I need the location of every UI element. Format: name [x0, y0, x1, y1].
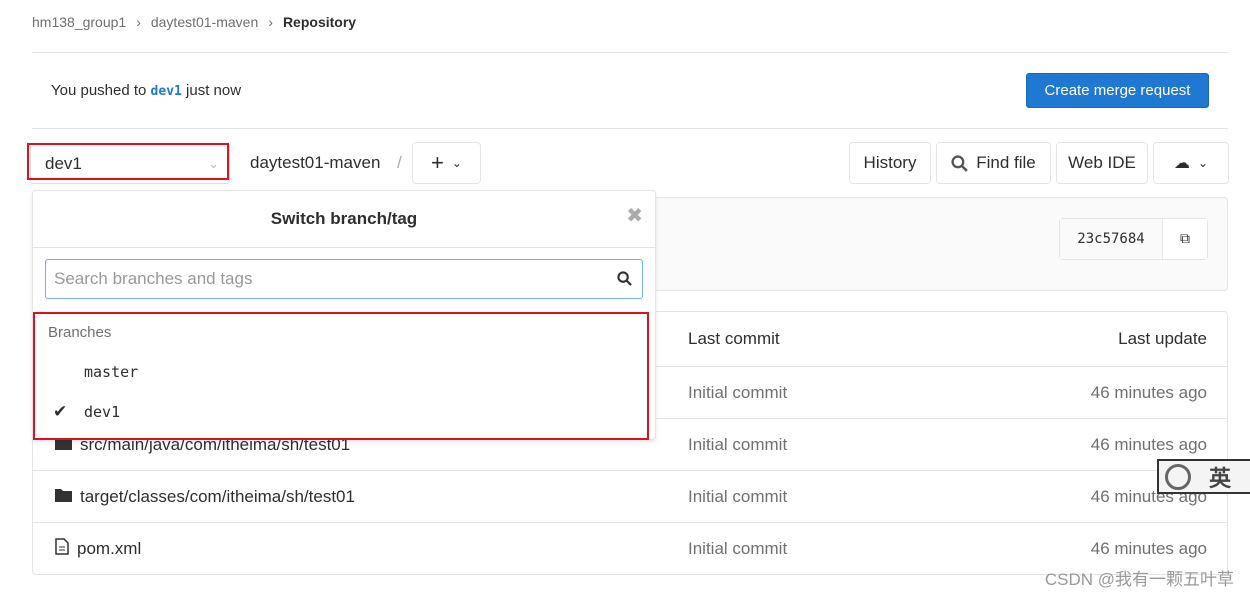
copy-icon[interactable]: ⧉ — [1162, 219, 1207, 259]
table-row[interactable]: target/classes/com/itheima/sh/test01 Ini… — [33, 470, 1227, 522]
commit-message[interactable]: Initial commit — [688, 539, 787, 559]
highlight-box — [27, 143, 229, 180]
history-button[interactable]: History — [849, 142, 931, 184]
web-ide-button[interactable]: Web IDE — [1056, 142, 1148, 184]
file-icon — [55, 537, 69, 560]
close-icon[interactable]: ✖ — [626, 203, 643, 228]
divider — [32, 52, 1228, 53]
commit-message[interactable]: Initial commit — [688, 435, 787, 455]
header-last-update: Last update — [1118, 329, 1207, 348]
push-text: You pushed to — [51, 82, 147, 99]
chevron-down-icon: ⌄ — [1197, 156, 1209, 170]
ime-label: 英 — [1209, 465, 1232, 491]
file-name[interactable]: pom.xml — [77, 539, 141, 559]
plus-icon: + — [431, 150, 444, 175]
commit-message[interactable]: Initial commit — [688, 383, 787, 403]
cloud-download-icon: ☁ — [1173, 155, 1190, 172]
breadcrumb: hm138_group1 › daytest01-maven › Repositor… — [32, 14, 356, 30]
repo-path[interactable]: daytest01-maven — [250, 153, 380, 173]
breadcrumb-group[interactable]: hm138_group1 — [32, 14, 126, 30]
search-icon — [951, 154, 969, 172]
chevron-right-icon: › — [136, 14, 141, 30]
pushed-branch: dev1 — [150, 84, 182, 99]
highlight-box — [33, 312, 649, 440]
download-button[interactable]: ☁ ⌄ — [1153, 142, 1229, 184]
find-file-button[interactable]: Find file — [936, 142, 1051, 184]
chevron-down-icon: ⌄ — [451, 156, 462, 170]
dropdown-title: Switch branch/tag — [33, 191, 655, 248]
push-time: just now — [186, 82, 242, 99]
commit-sha-group: 23c57684 ⧉ — [1059, 218, 1208, 260]
folder-icon — [55, 487, 72, 507]
commit-sha[interactable]: 23c57684 — [1060, 219, 1162, 259]
divider — [32, 128, 1228, 129]
file-name[interactable]: target/classes/com/itheima/sh/test01 — [80, 487, 355, 507]
commit-message[interactable]: Initial commit — [688, 487, 787, 507]
add-dropdown-button[interactable]: + ⌄ — [412, 142, 481, 184]
chevron-right-icon: › — [268, 14, 273, 30]
updated-time: 46 minutes ago — [1090, 434, 1207, 454]
ime-logo-icon — [1165, 463, 1191, 490]
branch-search-input[interactable] — [45, 259, 643, 299]
breadcrumb-current: Repository — [282, 14, 357, 30]
path-separator: / — [397, 153, 402, 172]
watermark: CSDN @我有一颗五叶草 — [1044, 570, 1234, 589]
search-icon — [617, 271, 632, 286]
ime-indicator[interactable]: 英 — [1157, 459, 1250, 494]
create-merge-request-button[interactable]: Create merge request — [1026, 73, 1209, 108]
push-notice: You pushed to dev1 just now — [51, 82, 241, 99]
header-last-commit: Last commit — [688, 329, 780, 348]
updated-time: 46 minutes ago — [1090, 382, 1207, 402]
breadcrumb-project[interactable]: daytest01-maven — [151, 14, 258, 30]
find-file-label: Find file — [976, 153, 1036, 172]
updated-time: 46 minutes ago — [1090, 538, 1207, 558]
